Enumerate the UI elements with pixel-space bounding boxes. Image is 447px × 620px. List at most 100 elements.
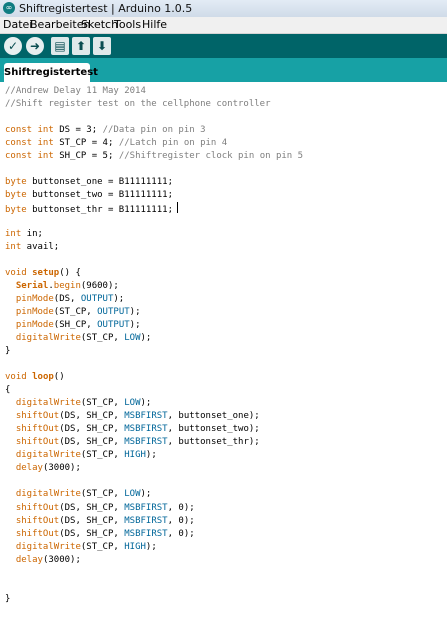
new-sketch-button[interactable]: ▤ bbox=[51, 37, 69, 55]
code-token: MSBFIRST bbox=[124, 411, 168, 422]
code-token: int bbox=[37, 151, 54, 162]
code-line[interactable]: void setup() { bbox=[5, 267, 303, 280]
menu-sketch[interactable]: Sketch bbox=[81, 18, 118, 31]
code-token: , buttonset_two); bbox=[167, 424, 260, 435]
open-sketch-button[interactable]: ⬆ bbox=[72, 37, 90, 55]
code-token: digitalWrite bbox=[15, 398, 81, 409]
code-line[interactable]: const int DS = 3; //Data pin on pin 3 bbox=[5, 124, 303, 137]
code-token: avail; bbox=[21, 242, 60, 253]
code-line[interactable]: //Andrew Delay 11 May 2014 bbox=[5, 85, 303, 98]
code-line[interactable]: const int SH_CP = 5; //Shiftregister clo… bbox=[5, 150, 303, 163]
code-line[interactable]: void loop() bbox=[5, 371, 303, 384]
code-line[interactable] bbox=[5, 163, 303, 176]
code-line[interactable]: digitalWrite(ST_CP, LOW); bbox=[5, 397, 303, 410]
code-line[interactable]: delay(3000); bbox=[5, 462, 303, 475]
code-line[interactable]: digitalWrite(ST_CP, HIGH); bbox=[5, 541, 303, 554]
code-token: , 0); bbox=[167, 502, 195, 513]
code-line[interactable] bbox=[5, 567, 303, 580]
code-token: (DS, SH_CP, bbox=[59, 502, 125, 513]
code-line[interactable]: shiftOut(DS, SH_CP, MSBFIRST, buttonset_… bbox=[5, 423, 303, 436]
code-line[interactable] bbox=[5, 215, 303, 228]
code-text[interactable]: //Andrew Delay 11 May 2014 //Shift regist… bbox=[5, 85, 303, 606]
code-token: , 0); bbox=[167, 515, 195, 526]
code-token: void bbox=[5, 372, 27, 383]
code-line[interactable] bbox=[5, 254, 303, 267]
menu-hilfe[interactable]: Hilfe bbox=[142, 18, 167, 31]
code-token: pinMode bbox=[15, 307, 54, 318]
code-line[interactable] bbox=[5, 580, 303, 593]
code-token: //Latch pin on pin 4 bbox=[118, 138, 228, 149]
menu-tools[interactable]: Tools bbox=[114, 18, 141, 31]
code-token: } bbox=[5, 593, 11, 604]
code-line[interactable]: //Shift register test on the cellphone c… bbox=[5, 98, 303, 111]
code-line[interactable]: shiftOut(DS, SH_CP, MSBFIRST, buttonset_… bbox=[5, 410, 303, 423]
code-token: shiftOut bbox=[15, 528, 60, 539]
code-line[interactable]: byte buttonset_one = B11111111; bbox=[5, 176, 303, 189]
code-token: shiftOut bbox=[15, 502, 60, 513]
code-token: HIGH bbox=[124, 450, 146, 461]
code-token: HIGH bbox=[124, 541, 146, 552]
code-token: ); bbox=[140, 398, 152, 409]
code-token: () bbox=[53, 372, 65, 383]
tab-shiftregistertest[interactable]: Shiftregistertest bbox=[4, 63, 98, 82]
code-line[interactable] bbox=[5, 358, 303, 371]
code-token: in; bbox=[21, 229, 43, 240]
code-token: ); bbox=[113, 294, 125, 305]
code-token: const bbox=[5, 151, 33, 162]
verify-button[interactable]: ✓ bbox=[4, 37, 22, 55]
code-token: } bbox=[5, 346, 11, 357]
code-line[interactable]: Serial.begin(9600); bbox=[5, 280, 303, 293]
code-token: (ST_CP, bbox=[80, 333, 125, 344]
code-line[interactable]: delay(3000); bbox=[5, 554, 303, 567]
code-editor[interactable]: //Andrew Delay 11 May 2014 //Shift regist… bbox=[0, 85, 447, 620]
code-line[interactable]: digitalWrite(ST_CP, LOW); bbox=[5, 488, 303, 501]
code-token: ); bbox=[129, 307, 141, 318]
code-line[interactable]: { bbox=[5, 384, 303, 397]
code-line[interactable]: pinMode(SH_CP, OUTPUT); bbox=[5, 319, 303, 332]
code-line[interactable] bbox=[5, 475, 303, 488]
code-line[interactable]: shiftOut(DS, SH_CP, MSBFIRST, 0); bbox=[5, 528, 303, 541]
code-token: byte bbox=[5, 190, 27, 201]
code-line[interactable]: } bbox=[5, 345, 303, 358]
code-token: begin bbox=[53, 281, 81, 292]
code-line[interactable]: shiftOut(DS, SH_CP, MSBFIRST, 0); bbox=[5, 515, 303, 528]
code-line[interactable]: shiftOut(DS, SH_CP, MSBFIRST, 0); bbox=[5, 502, 303, 515]
code-line[interactable]: pinMode(DS, OUTPUT); bbox=[5, 293, 303, 306]
code-token: void bbox=[5, 268, 27, 279]
code-line[interactable]: digitalWrite(ST_CP, HIGH); bbox=[5, 449, 303, 462]
code-token: //Andrew Delay 11 May 2014 bbox=[5, 86, 146, 96]
toolbar: ✓ ➜ ▤ ⬆ ⬇ bbox=[0, 34, 447, 58]
code-line[interactable]: byte buttonset_two = B11111111; bbox=[5, 189, 303, 202]
code-token: LOW bbox=[124, 398, 141, 409]
code-line[interactable]: int in; bbox=[5, 228, 303, 241]
code-token: digitalWrite bbox=[15, 489, 81, 500]
code-token: const bbox=[5, 138, 33, 149]
code-line[interactable] bbox=[5, 111, 303, 124]
code-line[interactable]: byte buttonset_thr = B11111111; bbox=[5, 202, 303, 215]
code-line[interactable]: digitalWrite(ST_CP, LOW); bbox=[5, 332, 303, 345]
code-token: MSBFIRST bbox=[124, 502, 168, 513]
code-token: LOW bbox=[124, 489, 141, 500]
code-line[interactable]: pinMode(ST_CP, OUTPUT); bbox=[5, 306, 303, 319]
code-token: shiftOut bbox=[15, 437, 60, 448]
code-token: SH_CP = 5; bbox=[53, 151, 119, 162]
save-sketch-button[interactable]: ⬇ bbox=[93, 37, 111, 55]
code-token: (DS, SH_CP, bbox=[59, 424, 125, 435]
code-line[interactable]: int avail; bbox=[5, 241, 303, 254]
code-token: , 0); bbox=[167, 528, 195, 539]
code-line[interactable]: } bbox=[5, 593, 303, 606]
code-line[interactable]: const int ST_CP = 4; //Latch pin on pin … bbox=[5, 137, 303, 150]
code-line[interactable]: shiftOut(DS, SH_CP, MSBFIRST, buttonset_… bbox=[5, 436, 303, 449]
menu-datei[interactable]: Datei bbox=[3, 18, 32, 31]
code-token: (ST_CP, bbox=[80, 398, 125, 409]
code-token: shiftOut bbox=[15, 515, 60, 526]
upload-button[interactable]: ➜ bbox=[26, 37, 44, 55]
